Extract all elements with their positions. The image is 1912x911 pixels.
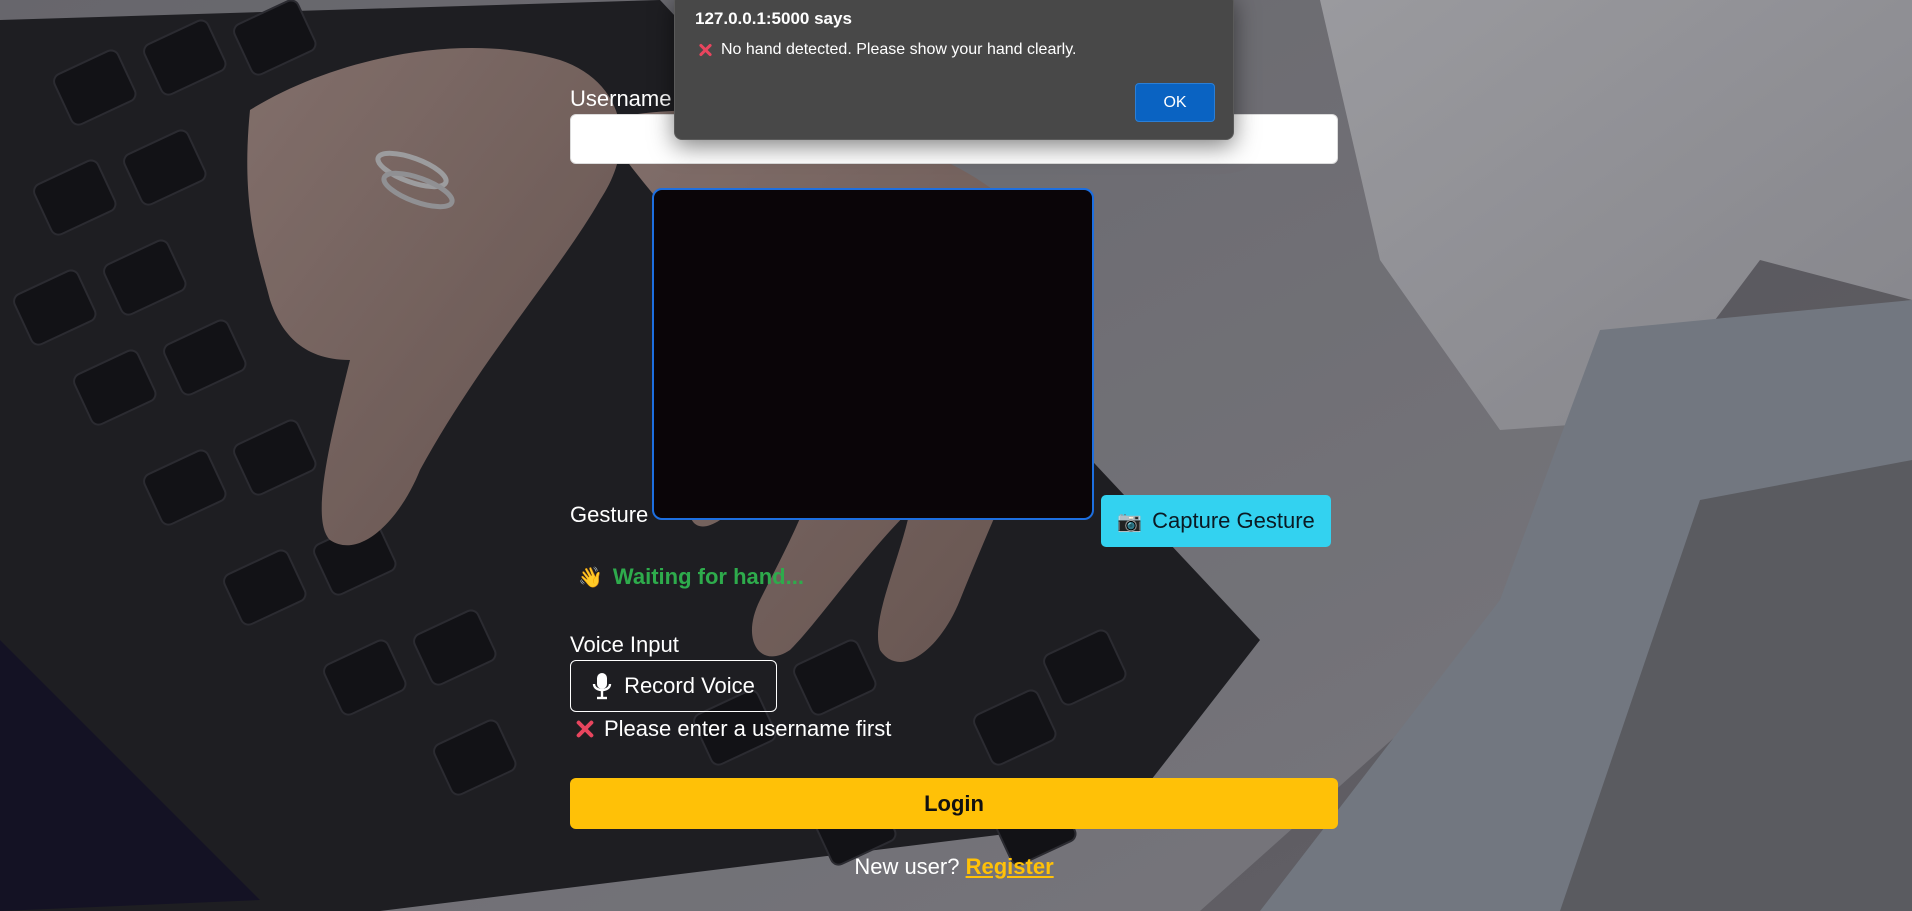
gesture-video-preview xyxy=(652,188,1094,520)
dialog-title: 127.0.0.1:5000 says xyxy=(695,9,852,28)
dialog-message: No hand detected. Please show your hand … xyxy=(697,41,1076,59)
capture-gesture-button[interactable]: 📷 Capture Gesture xyxy=(1101,495,1331,547)
new-user-text: New user? xyxy=(854,854,960,879)
username-label: Username xyxy=(570,86,672,111)
x-mark-icon xyxy=(697,42,713,58)
ok-button[interactable]: OK xyxy=(1135,83,1215,122)
x-mark-icon xyxy=(574,718,596,740)
gesture-label: Gesture xyxy=(570,502,649,527)
alert-dialog: 127.0.0.1:5000 says No hand detected. Pl… xyxy=(674,0,1234,140)
voice-error-text: Please enter a username first xyxy=(604,716,892,741)
capture-gesture-label: Capture Gesture xyxy=(1152,508,1315,533)
record-voice-button[interactable]: Record Voice xyxy=(570,660,777,712)
waving-hand-icon: 👋 xyxy=(578,566,603,589)
register-prompt: New user? Register xyxy=(570,854,1338,880)
voice-input-label: Voice Input xyxy=(570,632,679,657)
record-voice-label: Record Voice xyxy=(624,673,755,698)
microphone-icon xyxy=(592,673,612,700)
voice-error-message: Please enter a username first xyxy=(574,716,891,742)
gesture-status: 👋 Waiting for hand... xyxy=(578,564,804,590)
camera-icon: 📷 xyxy=(1117,510,1143,533)
dialog-message-text: No hand detected. Please show your hand … xyxy=(721,41,1077,58)
gesture-status-text: Waiting for hand... xyxy=(612,564,804,589)
register-link[interactable]: Register xyxy=(966,854,1054,879)
login-button[interactable]: Login xyxy=(570,778,1338,829)
